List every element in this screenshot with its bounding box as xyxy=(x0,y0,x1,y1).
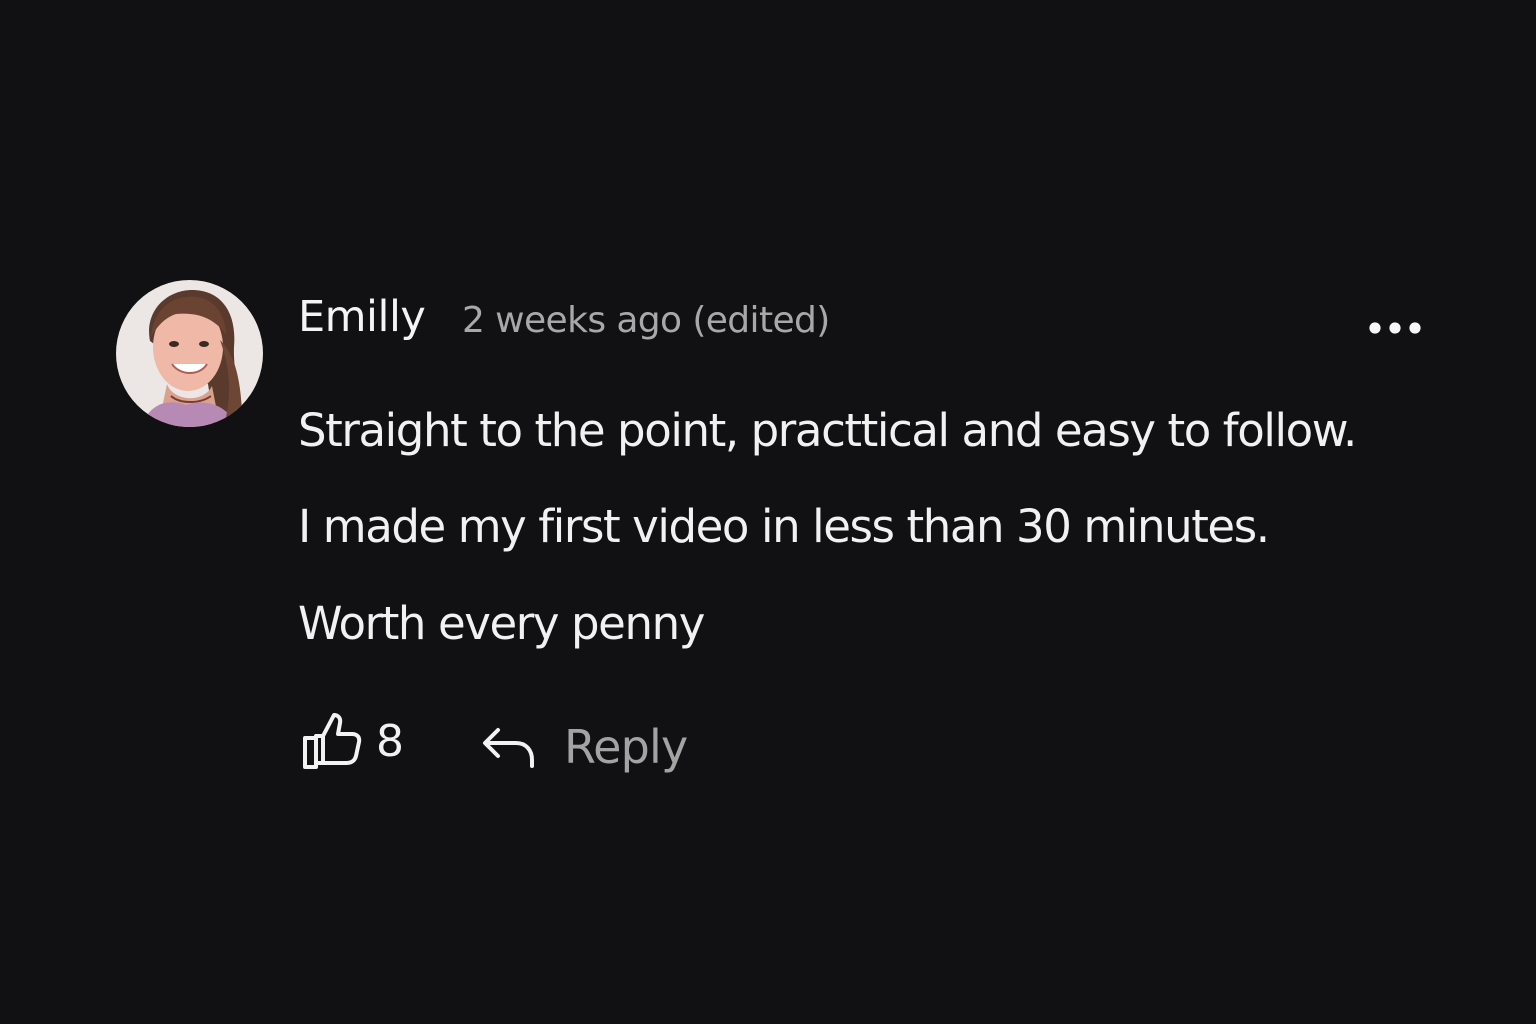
user-avatar-photo xyxy=(116,280,263,427)
comment-timestamp: 2 weeks ago (edited) xyxy=(462,300,830,341)
like-count: 8 xyxy=(376,715,404,767)
comment-text-line: I made my first video in less than 30 mi… xyxy=(298,500,1270,553)
avatar[interactable] xyxy=(116,280,263,427)
thumbs-up-icon xyxy=(303,713,362,769)
author-name[interactable]: Emilly xyxy=(298,292,426,342)
reply-label: Reply xyxy=(564,720,688,774)
reply-arrow-icon xyxy=(483,728,534,768)
like-button[interactable]: 8 xyxy=(300,708,404,774)
comment-text-line: Worth every penny xyxy=(298,597,705,650)
comment-text-line: Straight to the point, practtical and ea… xyxy=(298,404,1357,457)
comment-card: Emilly 2 weeks ago (edited) Straight to … xyxy=(0,0,1536,1024)
more-horizontal-icon xyxy=(1369,322,1421,334)
reply-button[interactable]: Reply xyxy=(480,712,688,782)
more-options-button[interactable] xyxy=(1362,310,1428,346)
